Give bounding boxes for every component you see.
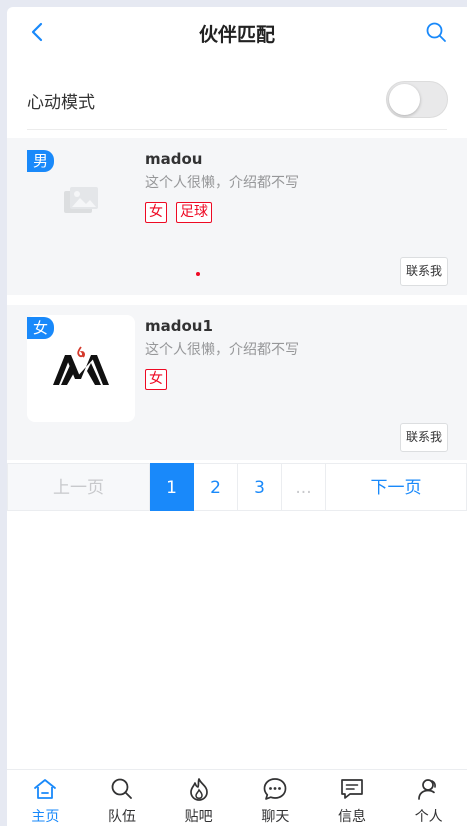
chat-icon — [263, 778, 287, 800]
contact-button[interactable]: 联系我 — [400, 257, 448, 286]
tab-home[interactable]: 主页 — [7, 770, 84, 826]
user-tag: 女 — [145, 369, 167, 390]
prev-page-button[interactable]: 上一页 — [7, 463, 150, 511]
username: madou — [145, 150, 203, 168]
gender-badge: 女 — [27, 317, 55, 339]
brand-logo-icon — [53, 346, 109, 385]
divider — [27, 129, 447, 130]
page-number-button[interactable]: 1 — [150, 463, 194, 511]
tab-chat[interactable]: 聊天 — [237, 770, 314, 826]
nav-bar: 伙伴匹配 — [7, 7, 467, 57]
user-intro: 这个人很懒，介绍都不写 — [145, 342, 299, 358]
tab-profile[interactable]: 个人 — [390, 770, 467, 826]
switch-knob — [389, 84, 420, 115]
tab-forum[interactable]: 贴吧 — [160, 770, 237, 826]
next-page-button[interactable]: 下一页 — [326, 463, 467, 511]
user-intro: 这个人很懒，介绍都不写 — [145, 175, 299, 191]
user-tag: 足球 — [176, 202, 212, 223]
search-icon — [111, 778, 132, 799]
tab-team[interactable]: 队伍 — [84, 770, 161, 826]
image-placeholder-icon — [64, 187, 98, 213]
tab-label: 主页 — [31, 809, 60, 825]
user-card[interactable]: 女 madou1 这个人很懒，介绍都不写 女 联系我 — [7, 305, 467, 460]
contact-button[interactable]: 联系我 — [400, 423, 448, 452]
tab-bar: 主页 队伍 贴吧 聊天 信息 个人 — [7, 769, 467, 826]
page-number-button[interactable]: 2 — [194, 463, 238, 511]
heart-mode-label: 心动模式 — [27, 93, 95, 113]
user-card[interactable]: 男 madou 这个人很懒，介绍都不写 女 足球 联系我 — [7, 138, 467, 295]
tab-label: 信息 — [338, 809, 367, 825]
user-icon — [417, 779, 436, 800]
heart-mode-row: 心动模式 — [7, 67, 467, 130]
fire-icon — [189, 778, 208, 801]
page-title: 伙伴匹配 — [198, 24, 275, 46]
tab-label: 队伍 — [108, 809, 136, 825]
loading-dot — [196, 272, 200, 276]
tab-label: 聊天 — [261, 809, 290, 825]
pagination: 上一页 1 2 3 ... 下一页 — [7, 463, 467, 511]
home-icon — [34, 779, 57, 799]
page-ellipsis[interactable]: ... — [282, 463, 326, 511]
gender-badge: 男 — [27, 150, 55, 172]
user-tag: 女 — [145, 202, 167, 223]
tab-label: 个人 — [414, 809, 443, 825]
app-screen: 伙伴匹配 心动模式 男 madou 这个人很懒，介绍都不写 女 足球 联系我 女… — [7, 7, 467, 826]
page-number-button[interactable]: 3 — [238, 463, 282, 511]
message-icon — [341, 779, 363, 799]
tab-label: 贴吧 — [184, 809, 213, 825]
heart-mode-switch[interactable] — [386, 81, 448, 118]
tag-list: 女 足球 — [145, 202, 212, 223]
search-icon[interactable] — [425, 21, 447, 43]
tab-messages[interactable]: 信息 — [314, 770, 391, 826]
tag-list: 女 — [145, 369, 167, 390]
username: madou1 — [145, 317, 213, 335]
